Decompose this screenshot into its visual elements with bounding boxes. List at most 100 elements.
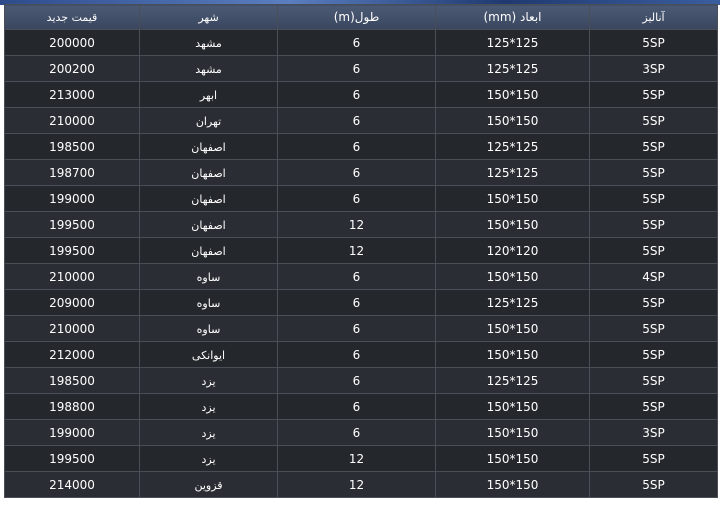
cell-dimensions-value: 150*150 <box>486 451 539 466</box>
cell-analysis-value: 5SP <box>642 451 665 466</box>
cell-price-value: 214000 <box>49 477 95 492</box>
cell-dimensions-value: 150*150 <box>486 269 539 284</box>
cell-length-value: 6 <box>352 295 361 310</box>
cell-analysis-value: 5SP <box>642 217 665 232</box>
cell-city: ایوانکی <box>139 341 278 368</box>
cell-dimensions: 125*125 <box>435 289 590 316</box>
cell-dimensions-value: 150*150 <box>486 399 539 414</box>
cell-analysis: 5SP <box>589 289 718 316</box>
cell-dimensions: 125*125 <box>435 133 590 160</box>
cell-length-value: 12 <box>348 451 365 466</box>
cell-analysis-value: 5SP <box>642 347 665 362</box>
cell-price-value: 200200 <box>49 61 95 76</box>
cell-dimensions-value: 125*125 <box>486 139 539 154</box>
cell-price-value: 210000 <box>49 321 95 336</box>
cell-city: تهران <box>139 107 278 134</box>
cell-city-value: یزد <box>201 426 216 440</box>
cell-dimensions: 150*150 <box>435 107 590 134</box>
table-row: 5SP 150*150 6 ایوانکی 212000 <box>4 341 718 368</box>
table-row: 3SP 125*125 6 مشهد 200200 <box>4 55 718 82</box>
cell-length: 12 <box>277 237 436 264</box>
cell-price: 198800 <box>4 393 140 420</box>
table-body: 5SP 125*125 6 مشهد 200000 3SP 125*125 6 مشهد 2002… <box>4 29 718 498</box>
cell-price-value: 198500 <box>49 373 95 388</box>
cell-city: یزد <box>139 445 278 472</box>
cell-analysis-value: 5SP <box>642 399 665 414</box>
cell-analysis-value: 4SP <box>642 269 665 284</box>
cell-length-value: 6 <box>352 425 361 440</box>
cell-city: اصفهان <box>139 133 278 160</box>
cell-dimensions: 125*125 <box>435 159 590 186</box>
cell-price-value: 212000 <box>49 347 95 362</box>
cell-dimensions-value: 150*150 <box>486 87 539 102</box>
cell-analysis: 5SP <box>589 81 718 108</box>
header-row: آنالیز ابعاد (mm) طول(m) شهر قیمت جدید <box>4 4 718 30</box>
table-row: 5SP 125*125 6 یزد 198500 <box>4 367 718 394</box>
cell-dimensions-value: 125*125 <box>486 165 539 180</box>
cell-price: 213000 <box>4 81 140 108</box>
table-row: 5SP 150*150 12 قزوین 214000 <box>4 471 718 498</box>
cell-price: 199000 <box>4 185 140 212</box>
cell-city: یزد <box>139 393 278 420</box>
cell-price-value: 198800 <box>49 399 95 414</box>
cell-city-value: مشهد <box>195 62 222 76</box>
cell-analysis: 5SP <box>589 393 718 420</box>
table-header: آنالیز ابعاد (mm) طول(m) شهر قیمت جدید <box>4 4 718 30</box>
cell-length-value: 12 <box>348 477 365 492</box>
cell-price: 212000 <box>4 341 140 368</box>
cell-analysis-value: 5SP <box>642 87 665 102</box>
cell-length: 6 <box>277 341 436 368</box>
cell-analysis: 5SP <box>589 315 718 342</box>
cell-analysis: 5SP <box>589 237 718 264</box>
cell-length: 6 <box>277 367 436 394</box>
cell-price-value: 198500 <box>49 139 95 154</box>
cell-length-value: 6 <box>352 165 361 180</box>
cell-analysis: 5SP <box>589 445 718 472</box>
cell-analysis-value: 5SP <box>642 113 665 128</box>
table-row: 5SP 150*150 6 تهران 210000 <box>4 107 718 134</box>
cell-analysis-value: 5SP <box>642 35 665 50</box>
cell-city-value: یزد <box>201 452 216 466</box>
cell-length-value: 6 <box>352 373 361 388</box>
cell-price-value: 199500 <box>49 243 95 258</box>
cell-city-value: یزد <box>201 400 216 414</box>
cell-price: 210000 <box>4 107 140 134</box>
cell-city-value: ساوه <box>196 296 221 310</box>
cell-price-value: 198700 <box>49 165 95 180</box>
cell-length: 6 <box>277 289 436 316</box>
cell-price: 198700 <box>4 159 140 186</box>
cell-city: اصفهان <box>139 237 278 264</box>
cell-dimensions-value: 150*150 <box>486 217 539 232</box>
cell-dimensions-value: 150*150 <box>486 113 539 128</box>
cell-price: 210000 <box>4 263 140 290</box>
price-table: آنالیز ابعاد (mm) طول(m) شهر قیمت جدید 5… <box>4 4 718 498</box>
cell-analysis: 4SP <box>589 263 718 290</box>
cell-price-value: 209000 <box>49 295 95 310</box>
cell-dimensions: 125*125 <box>435 29 590 56</box>
cell-price-value: 200000 <box>49 35 95 50</box>
cell-length-value: 6 <box>352 113 361 128</box>
cell-length-value: 6 <box>352 321 361 336</box>
cell-length: 6 <box>277 29 436 56</box>
cell-dimensions-value: 125*125 <box>486 295 539 310</box>
cell-analysis-value: 5SP <box>642 321 665 336</box>
cell-analysis: 3SP <box>589 55 718 82</box>
cell-city: اصفهان <box>139 211 278 238</box>
cell-city: اصفهان <box>139 185 278 212</box>
cell-length-value: 12 <box>348 243 365 258</box>
cell-price: 199500 <box>4 445 140 472</box>
cell-price-value: 210000 <box>49 269 95 284</box>
cell-dimensions-value: 150*150 <box>486 191 539 206</box>
cell-length: 6 <box>277 81 436 108</box>
table-row: 5SP 150*150 6 ساوه 210000 <box>4 315 718 342</box>
cell-city-value: ساوه <box>196 322 221 336</box>
cell-dimensions-value: 150*150 <box>486 477 539 492</box>
cell-price-value: 199000 <box>49 425 95 440</box>
cell-length: 12 <box>277 471 436 498</box>
cell-price: 209000 <box>4 289 140 316</box>
cell-analysis: 5SP <box>589 29 718 56</box>
table-row: 5SP 150*150 6 یزد 198800 <box>4 393 718 420</box>
cell-city-value: اصفهان <box>191 218 226 232</box>
cell-dimensions-value: 125*125 <box>486 373 539 388</box>
cell-price: 200000 <box>4 29 140 56</box>
